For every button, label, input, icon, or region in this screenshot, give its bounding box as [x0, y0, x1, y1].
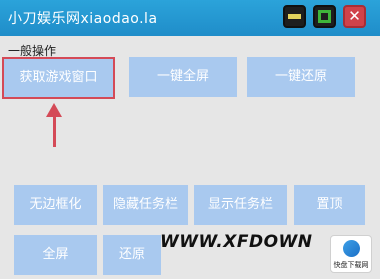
title-bar: 小刀娱乐网xiaodao.la ✕	[0, 0, 380, 36]
pin-top-button[interactable]: 置顶	[294, 185, 365, 225]
pointer-arrow-shaft	[53, 113, 56, 147]
one-key-restore-button[interactable]: 一键还原	[247, 57, 355, 97]
watermark-text: WWW.XFDOWN	[160, 232, 313, 252]
borderless-button[interactable]: 无边框化	[14, 185, 97, 225]
get-game-window-button[interactable]: 获取游戏窗口	[2, 57, 115, 99]
close-button[interactable]: ✕	[343, 5, 366, 28]
hide-taskbar-button[interactable]: 隐藏任务栏	[103, 185, 188, 225]
show-taskbar-button[interactable]: 显示任务栏	[194, 185, 287, 225]
restore-button[interactable]: 还原	[103, 235, 161, 275]
site-logo: 快盘下载网	[330, 235, 372, 273]
logo-icon	[343, 240, 360, 257]
minimize-button[interactable]	[283, 5, 306, 28]
fullscreen-button[interactable]: 全屏	[14, 235, 97, 275]
maximize-button[interactable]	[313, 5, 336, 28]
logo-text: 快盘下载网	[333, 261, 369, 269]
one-key-fullscreen-button[interactable]: 一键全屏	[129, 57, 237, 97]
window-title: 小刀娱乐网xiaodao.la	[8, 11, 158, 27]
